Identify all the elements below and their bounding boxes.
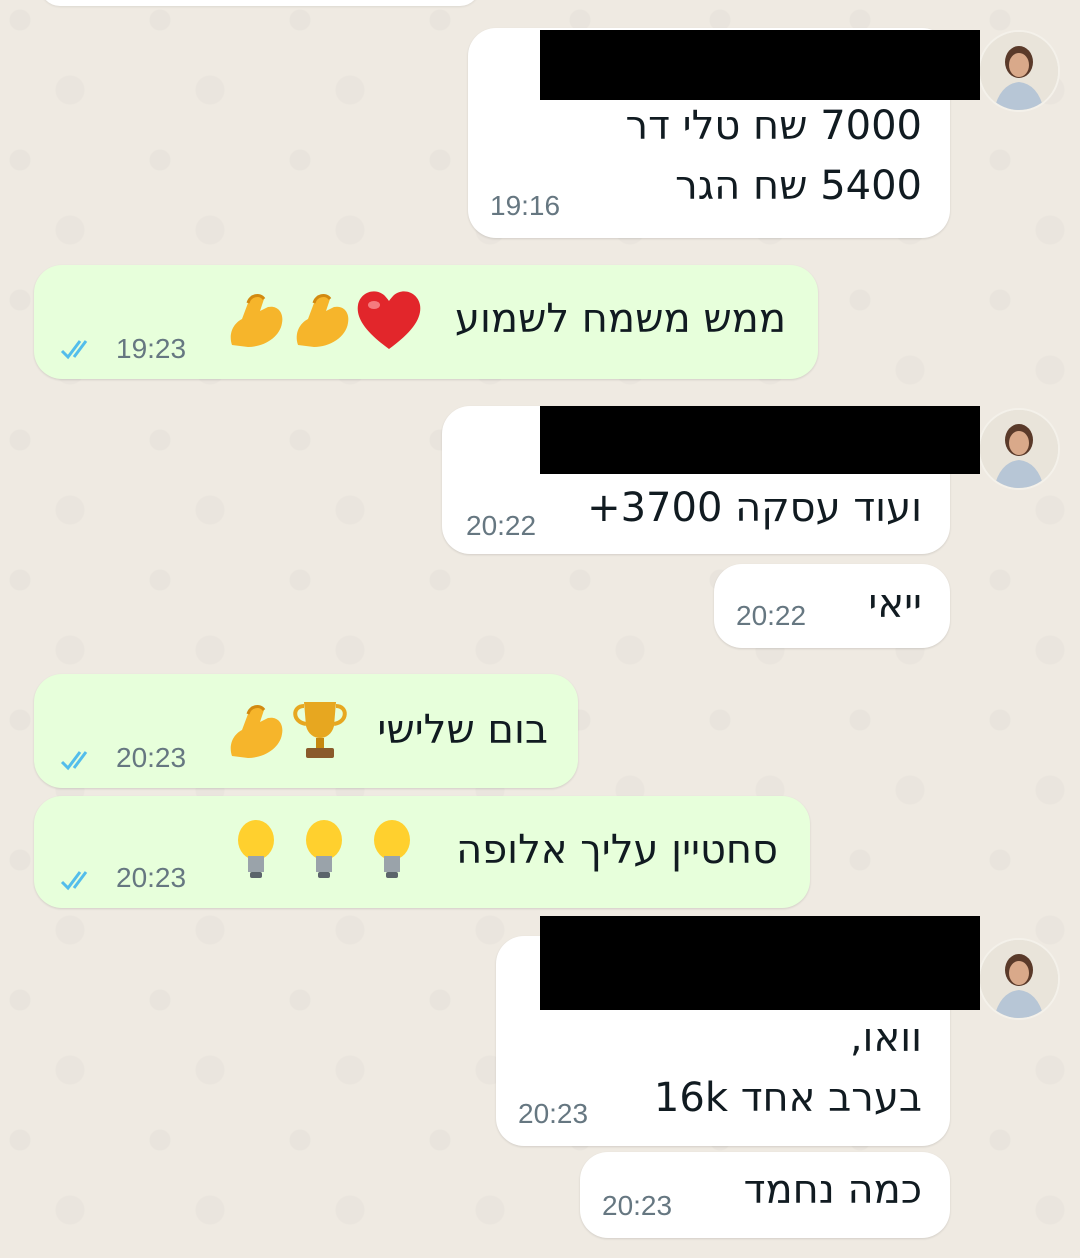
message-bubble-incoming[interactable]: ייאי 20:22 <box>714 564 950 648</box>
message-bubble-incoming[interactable]: 7000 שח טלי דר 5400 שח הגר 19:16 <box>468 28 980 238</box>
message-text: ממש משמח לשמוע <box>454 296 786 342</box>
message-time: 20:23 <box>518 1098 589 1129</box>
message-time: 19:23 <box>116 333 187 364</box>
message-bubble-outgoing[interactable]: סחטיין עליך אלופה 20:23 <box>34 796 810 908</box>
contact-avatar[interactable] <box>978 408 1060 490</box>
emoji-group <box>224 698 354 764</box>
message-line: 7000 שח טלי דר <box>625 103 922 149</box>
message-text: סחטיין עליך אלופה <box>456 827 778 873</box>
read-ticks-icon <box>60 751 88 771</box>
heart-icon <box>357 291 421 349</box>
emoji-group <box>234 818 414 884</box>
message-line: 5400 שח הגר <box>675 163 922 209</box>
message-line: בערב אחד 16k <box>653 1075 922 1121</box>
light-bulb-icon <box>238 820 274 878</box>
message-bubble-outgoing[interactable]: בום שלישי 20:23 <box>34 674 578 788</box>
redacted-sender-name <box>540 30 980 100</box>
light-bulb-icon <box>374 820 410 878</box>
light-bulb-icon <box>306 820 342 878</box>
message-text: ייאי <box>868 581 922 627</box>
message-bubble-incoming[interactable]: וואו, בערב אחד 16k 20:23 <box>496 916 980 1146</box>
flexed-biceps-icon <box>230 294 283 347</box>
trophy-icon <box>293 702 347 758</box>
message-bubble-incoming[interactable]: כמה נחמד 20:23 <box>580 1152 950 1238</box>
message-time: 20:22 <box>466 510 537 541</box>
chat-thread[interactable]: 7000 שח טלי דר 5400 שח הגר 19:16 ממש משמ… <box>0 0 1080 1258</box>
contact-avatar[interactable] <box>978 938 1060 1020</box>
message-text: ועוד עסקה 3700+ <box>587 485 922 531</box>
redacted-sender-name <box>540 406 980 474</box>
message-line: וואו, <box>849 1015 922 1061</box>
message-time: 20:23 <box>116 742 187 773</box>
flexed-biceps-icon <box>230 705 283 758</box>
message-time: 19:16 <box>490 190 561 221</box>
emoji-group <box>224 287 454 357</box>
read-ticks-icon <box>60 871 88 891</box>
flexed-biceps-icon <box>296 294 349 347</box>
message-bubble-incoming[interactable]: ועוד עסקה 3700+ 20:22 <box>442 406 980 554</box>
read-ticks-icon <box>60 340 88 360</box>
message-text: בום שלישי <box>377 707 548 753</box>
message-time: 20:23 <box>116 862 187 893</box>
message-time: 20:23 <box>602 1190 673 1221</box>
message-text: כמה נחמד <box>743 1167 922 1213</box>
previous-message-edge <box>40 0 480 6</box>
message-bubble-outgoing[interactable]: ממש משמח לשמוע 19:23 <box>34 265 818 379</box>
message-time: 20:22 <box>736 600 807 631</box>
contact-avatar[interactable] <box>978 30 1060 112</box>
redacted-sender-name <box>540 916 980 1010</box>
